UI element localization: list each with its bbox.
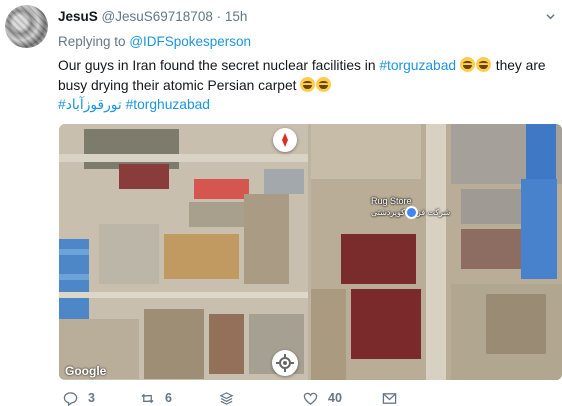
laughing-emoji-icon (475, 57, 491, 72)
replying-to: Replying to @IDFSpokesperson (58, 34, 251, 49)
stack-button[interactable] (219, 390, 244, 406)
laughing-emoji-icon (300, 77, 316, 92)
tweet-header: JesuS @JesuS69718708 · 15h (58, 9, 247, 24)
locate-icon[interactable] (272, 350, 298, 376)
retweet-button[interactable]: 6 (140, 390, 172, 406)
author-handle[interactable]: @JesuS69718708 (102, 9, 213, 24)
like-button[interactable]: 40 (303, 390, 342, 406)
rug-store-label: Rug Store (371, 196, 412, 206)
reply-mention-link[interactable]: @IDFSpokesperson (129, 34, 251, 49)
hashtags-line: #تورقوزآباد #torghuzabad (58, 97, 210, 113)
reply-count: 3 (88, 391, 95, 405)
direct-message-button[interactable] (382, 390, 407, 406)
hashtag-link[interactable]: #torguzabad (379, 58, 456, 73)
stack-icon (219, 391, 234, 405)
map-photo-right[interactable]: Rug Store شرکت فرش کوپردشتی (311, 124, 562, 380)
tweet-actions: 3 6 40 (59, 390, 562, 406)
tweet-time[interactable]: 15h (225, 9, 248, 24)
laughing-emoji-icon (459, 57, 475, 72)
envelope-icon (382, 392, 397, 404)
tweet-text-part1: Our guys in Iran found the secret nuclea… (58, 58, 376, 73)
author-name[interactable]: JesuS (58, 9, 98, 24)
compass-icon[interactable] (273, 128, 297, 152)
avatar[interactable] (5, 5, 48, 48)
media-photo-grid[interactable]: Google Rug Store شرکت فرش کوپردشتی (59, 124, 562, 380)
reply-button[interactable]: 3 (63, 390, 95, 406)
heart-icon (303, 392, 318, 405)
laughing-emoji-icon (316, 77, 332, 92)
tweet-text: Our guys in Iran found the secret nuclea… (58, 56, 558, 96)
separator: · (216, 9, 222, 24)
reply-icon (63, 391, 78, 406)
retweet-icon (141, 393, 154, 403)
hashtag-fa-link[interactable]: #تورقوزآباد (58, 97, 122, 112)
map-photo-left[interactable]: Google (59, 124, 308, 380)
chevron-down-icon[interactable] (546, 12, 555, 21)
google-logo: Google (65, 364, 107, 378)
map-pin-icon (405, 206, 418, 219)
retweet-count: 6 (165, 391, 172, 405)
hashtag-link[interactable]: #torghuzabad (126, 97, 210, 112)
reply-prefix: Replying to (58, 34, 126, 49)
like-count: 40 (328, 391, 342, 405)
